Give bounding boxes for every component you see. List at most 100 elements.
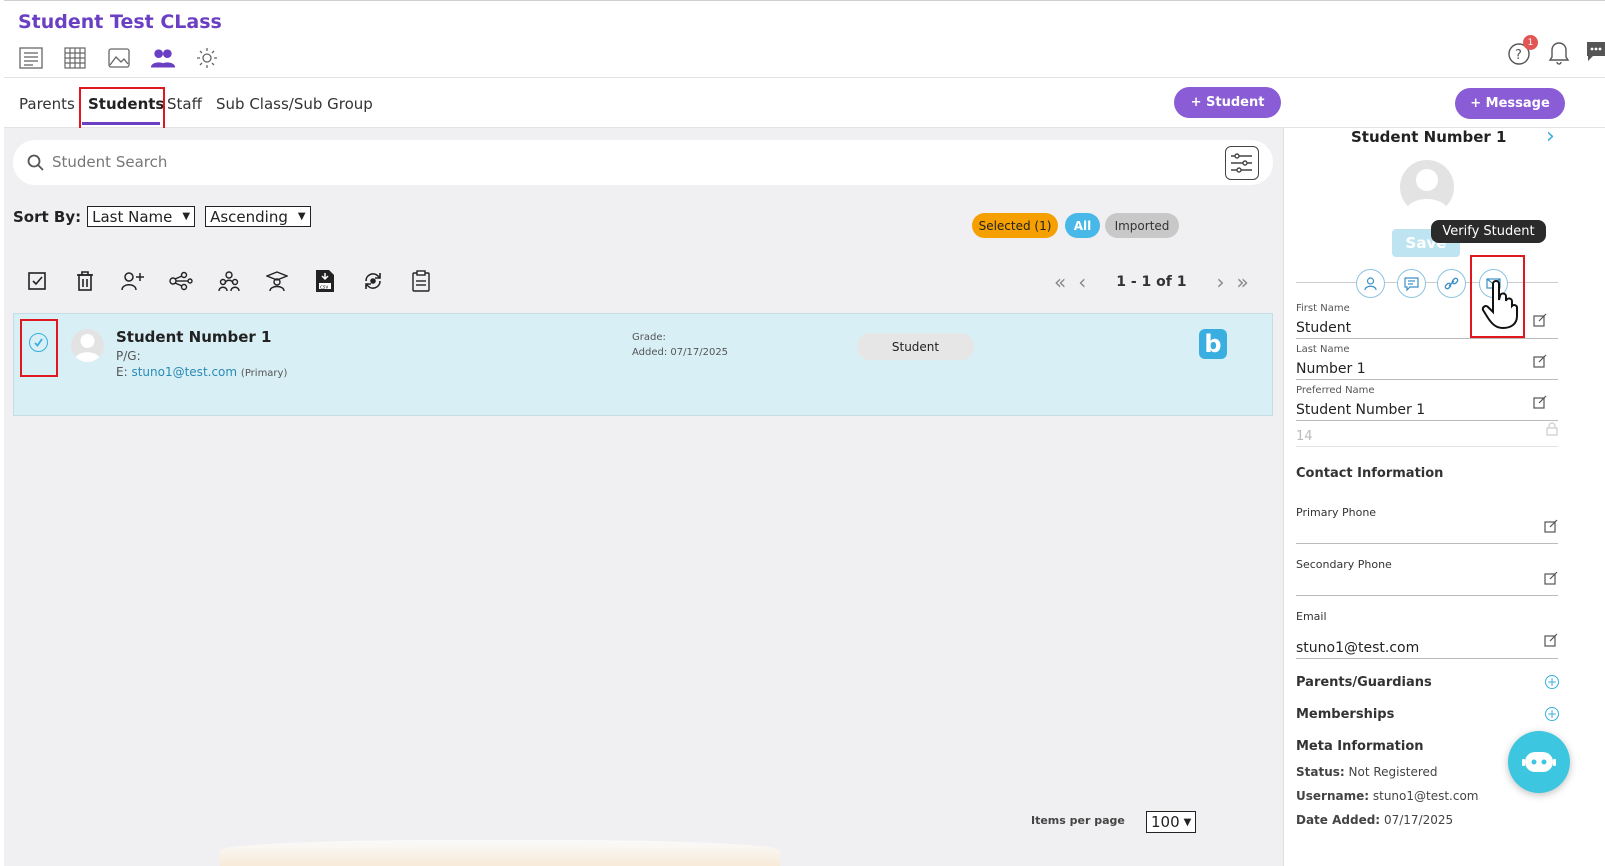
sort-field-value: Last Name: [92, 207, 173, 226]
email-tag: (Primary): [240, 368, 288, 379]
last-page-icon[interactable]: »: [1237, 270, 1249, 294]
search-icon: [27, 154, 44, 171]
edit-icon[interactable]: [1544, 519, 1558, 533]
filter-settings-icon[interactable]: [1225, 146, 1259, 180]
email-line: E: stuno1@test.com (Primary): [116, 365, 287, 379]
calendar-icon[interactable]: [62, 45, 88, 71]
sync-icon[interactable]: [360, 268, 386, 294]
chevron-down-icon: ▼: [1183, 816, 1192, 828]
chat-icon[interactable]: [1585, 40, 1605, 68]
edit-icon[interactable]: [1544, 571, 1558, 585]
tab-parents[interactable]: Parents: [19, 95, 75, 113]
page-title: Student Test CLass: [18, 11, 222, 33]
newsfeed-icon[interactable]: [18, 45, 44, 71]
role-badge: Student: [857, 333, 974, 360]
filter-imported-chip[interactable]: Imported: [1105, 213, 1179, 238]
student-name[interactable]: Student Number 1: [116, 328, 271, 346]
bulk-actions-toolbar: csv: [24, 268, 434, 294]
sort-order-select[interactable]: Ascending ▼: [205, 206, 311, 227]
help-icon[interactable]: ? 1: [1507, 35, 1538, 67]
divider: [1296, 595, 1558, 596]
divider: [1296, 338, 1558, 339]
secondary-phone-label: Secondary Phone: [1296, 558, 1392, 571]
added-date: Added: 07/17/2025: [632, 347, 729, 358]
search-bar[interactable]: Student Search: [13, 140, 1273, 185]
graduate-icon[interactable]: [264, 268, 290, 294]
items-per-page-select[interactable]: 100 ▼: [1146, 811, 1197, 833]
members-icon[interactable]: [150, 45, 176, 71]
first-name-field[interactable]: Student: [1296, 320, 1351, 336]
bottom-banner-edge: [220, 840, 780, 866]
date-added-line: Date Added: 07/17/2025: [1296, 813, 1453, 827]
last-name-field[interactable]: Number 1: [1296, 361, 1366, 377]
preferred-name-field[interactable]: Student Number 1: [1296, 402, 1425, 418]
sort-controls: Sort By: Last Name ▼ Ascending ▼: [13, 206, 311, 227]
prev-page-icon[interactable]: ‹: [1078, 270, 1086, 294]
svg-text:csv: csv: [320, 285, 328, 291]
collapse-panel-icon[interactable]: ›: [1546, 124, 1555, 149]
sort-label: Sort By:: [13, 207, 82, 226]
robot-icon: [1522, 752, 1556, 772]
chevron-down-icon: ▼: [182, 211, 191, 222]
add-message-button[interactable]: + Message: [1455, 88, 1565, 119]
sort-order-value: Ascending: [210, 207, 288, 226]
notification-badge: 1: [1523, 35, 1538, 50]
filter-all-chip[interactable]: All: [1065, 213, 1100, 238]
first-page-icon[interactable]: «: [1054, 270, 1066, 294]
add-membership-icon[interactable]: +: [1545, 707, 1559, 721]
link-icon[interactable]: [1437, 269, 1466, 298]
preferred-name-label: Preferred Name: [1296, 385, 1375, 396]
settings-gear-icon[interactable]: [194, 45, 220, 71]
divider: [1296, 658, 1558, 659]
clipboard-icon[interactable]: [408, 268, 434, 294]
bell-icon[interactable]: [1547, 39, 1571, 69]
email-link[interactable]: stuno1@test.com: [131, 365, 237, 379]
pagination: « ‹ 1 - 1 of 1 › »: [1054, 270, 1249, 294]
header-right-icons: ? 1: [1507, 35, 1605, 69]
username-label: Username:: [1296, 789, 1370, 803]
tab-sub-class[interactable]: Sub Class/Sub Group: [216, 95, 373, 113]
panel-title: Student Number 1: [1351, 128, 1507, 146]
filter-selected-chip[interactable]: Selected (1): [972, 213, 1058, 238]
panel-avatar[interactable]: [1400, 160, 1454, 214]
photo-icon[interactable]: [106, 45, 132, 71]
search-input[interactable]: Student Search: [52, 153, 167, 171]
header: Student Test CLass ? 1: [4, 1, 1605, 78]
svg-text:?: ?: [1515, 48, 1522, 63]
status-value: Not Registered: [1348, 765, 1438, 779]
add-users-icon[interactable]: [120, 268, 146, 294]
add-parent-icon[interactable]: +: [1545, 675, 1559, 689]
page-range: 1 - 1 of 1: [1116, 274, 1187, 290]
app-b-logo-icon[interactable]: b: [1199, 329, 1227, 359]
email-field[interactable]: stuno1@test.com: [1296, 640, 1419, 656]
message-bubble-icon[interactable]: [1397, 269, 1426, 298]
date-added-value: 07/17/2025: [1383, 813, 1454, 827]
chatbot-button[interactable]: [1508, 731, 1570, 793]
sort-field-select[interactable]: Last Name ▼: [87, 206, 196, 227]
chevron-down-icon: ▼: [297, 211, 306, 222]
edit-icon[interactable]: [1533, 354, 1547, 368]
table-row[interactable]: Student Number 1 P/G: E: stuno1@test.com…: [13, 313, 1273, 416]
lock-icon: [1546, 422, 1558, 436]
date-added-label: Date Added:: [1296, 813, 1381, 827]
divider: [1296, 446, 1558, 447]
edit-icon[interactable]: [1533, 395, 1547, 409]
email-label: Email: [1296, 610, 1327, 623]
select-all-checkbox-icon[interactable]: [24, 268, 50, 294]
profile-user-icon[interactable]: [1356, 269, 1385, 298]
add-student-button[interactable]: + Student: [1174, 87, 1281, 118]
tab-staff[interactable]: Staff: [167, 95, 202, 113]
edit-icon[interactable]: [1533, 313, 1547, 327]
primary-phone-label: Primary Phone: [1296, 506, 1377, 519]
csv-export-icon[interactable]: csv: [312, 268, 338, 294]
edit-icon[interactable]: [1544, 633, 1558, 647]
group-icon[interactable]: [216, 268, 242, 294]
memberships-heading: Memberships: [1296, 707, 1395, 722]
connect-nodes-icon[interactable]: [168, 268, 194, 294]
highlight-box-row-checkbox: [20, 319, 58, 377]
username-value: stuno1@test.com: [1372, 789, 1479, 803]
trash-icon[interactable]: [72, 268, 98, 294]
highlight-box-verify-icon: [1470, 255, 1525, 338]
main-content: Student Search Sort By: Last Name ▼ Ascen…: [4, 128, 1283, 866]
next-page-icon[interactable]: ›: [1217, 270, 1225, 294]
